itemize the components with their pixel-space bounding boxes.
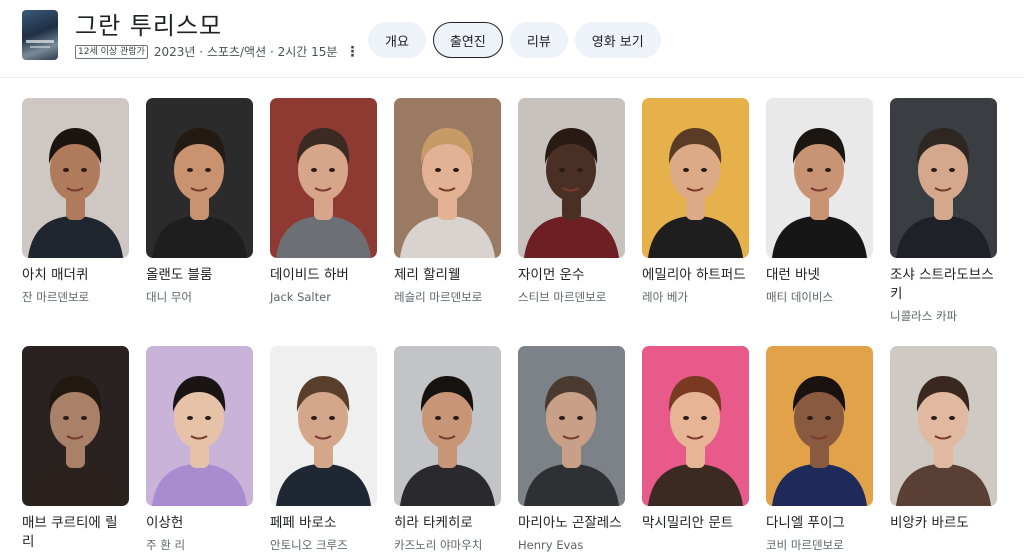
cast-card[interactable]: 막시밀리안 문트 [642, 346, 749, 538]
tab-bar: 개요 출연진 리뷰 영화 보기 [368, 22, 661, 58]
cast-card[interactable]: 다니엘 푸이그코비 마르덴보로 [766, 346, 873, 552]
cast-name[interactable]: 페페 바로소 [270, 514, 377, 533]
cast-role: 스티브 마르덴보로 [518, 290, 607, 304]
cast-card[interactable]: 이상헌주 환 리 [146, 346, 253, 552]
cast-card[interactable]: 에밀리아 하트퍼드레아 베가 [642, 98, 749, 304]
cast-photo[interactable] [22, 346, 129, 506]
cast-role: 레아 베가 [642, 290, 688, 304]
cast-photo[interactable] [394, 98, 501, 258]
cast-photo[interactable] [766, 98, 873, 258]
cast-card[interactable]: 자이먼 운수스티브 마르덴보로 [518, 98, 625, 304]
cast-name[interactable]: 제리 할리웰 [394, 266, 501, 285]
movie-header: 그란 투리스모 12세 이상 관람가 2023년 · 스포츠/액션 · 2시간 … [0, 0, 1024, 78]
cast-name[interactable]: 마리아노 곤잘레스 [518, 514, 625, 533]
cast-photo[interactable] [518, 98, 625, 258]
cast-role: 잔 마르덴보로 [22, 290, 90, 304]
cast-card[interactable]: 조샤 스트라도브스키니콜라스 카파 [890, 98, 997, 323]
cast-name[interactable]: 비앙카 바르도 [890, 514, 997, 533]
cast-name[interactable]: 아치 매더퀴 [22, 266, 129, 285]
tab-cast[interactable]: 출연진 [432, 22, 503, 58]
cast-role: 레슬리 마르덴보로 [394, 290, 483, 304]
cast-role: 안토니오 크루즈 [270, 538, 348, 552]
cast-name[interactable]: 대런 바넷 [766, 266, 873, 285]
cast-name[interactable]: 막시밀리안 문트 [642, 514, 749, 533]
cast-name[interactable]: 히라 타케히로 [394, 514, 501, 533]
cast-photo[interactable] [270, 346, 377, 506]
cast-card[interactable]: 매브 쿠르티에 릴리오드리 [22, 346, 129, 558]
cast-name[interactable]: 에밀리아 하트퍼드 [642, 266, 749, 285]
cast-role: 코비 마르덴보로 [766, 538, 844, 552]
cast-card[interactable]: 마리아노 곤잘레스 Henry Evas [518, 346, 625, 552]
cast-role: 매티 데이비스 [766, 290, 834, 304]
cast-photo[interactable] [890, 346, 997, 506]
tab-overview[interactable]: 개요 [368, 22, 426, 58]
movie-meta: 12세 이상 관람가 2023년 · 스포츠/액션 · 2시간 15분 ⋮ [75, 43, 359, 60]
page-title: 그란 투리스모 [75, 12, 223, 40]
cast-card[interactable]: 제리 할리웰레슬리 마르덴보로 [394, 98, 501, 304]
cast-photo[interactable] [518, 346, 625, 506]
cast-card[interactable]: 아치 매더퀴잔 마르덴보로 [22, 98, 129, 304]
cast-role: Henry Evas [518, 538, 584, 552]
cast-role: Jack Salter [270, 290, 331, 304]
cast-card[interactable]: 올랜도 블룸대니 무어 [146, 98, 253, 304]
cast-photo[interactable] [146, 346, 253, 506]
cast-role: 카즈노리 야마우치 [394, 538, 483, 552]
tab-watch[interactable]: 영화 보기 [574, 22, 661, 58]
cast-photo[interactable] [270, 98, 377, 258]
cast-card[interactable]: 히라 타케히로카즈노리 야마우치 [394, 346, 501, 552]
cast-name[interactable]: 조샤 스트라도브스키 [890, 266, 997, 304]
cast-role: 대니 무어 [146, 290, 192, 304]
cast-photo[interactable] [146, 98, 253, 258]
cast-card[interactable]: 페페 바로소안토니오 크루즈 [270, 346, 377, 552]
cast-card[interactable]: 비앙카 바르도 [890, 346, 997, 538]
cast-name[interactable]: 데이비드 하버 [270, 266, 377, 285]
cast-card[interactable]: 대런 바넷매티 데이비스 [766, 98, 873, 304]
tab-reviews[interactable]: 리뷰 [509, 22, 568, 58]
cast-name[interactable]: 올랜도 블룸 [146, 266, 253, 285]
cast-role: 니콜라스 카파 [890, 309, 958, 323]
cast-photo[interactable] [766, 346, 873, 506]
cast-photo[interactable] [890, 98, 997, 258]
cast-role: 주 환 리 [146, 538, 186, 552]
cast-photo[interactable] [642, 346, 749, 506]
cast-photo[interactable] [394, 346, 501, 506]
cast-photo[interactable] [642, 98, 749, 258]
cast-photo[interactable] [22, 98, 129, 258]
cast-name[interactable]: 매브 쿠르티에 릴리 [22, 514, 129, 552]
cast-name[interactable]: 이상헌 [146, 514, 253, 533]
cast-name[interactable]: 자이먼 운수 [518, 266, 625, 285]
age-rating-badge: 12세 이상 관람가 [75, 44, 148, 59]
more-vert-icon[interactable]: ⋮ [345, 44, 359, 60]
cast-card[interactable]: 데이비드 하버 Jack Salter [270, 98, 377, 304]
movie-poster[interactable] [22, 10, 58, 60]
movie-info: 2023년 · 스포츠/액션 · 2시간 15분 [153, 45, 338, 59]
cast-name[interactable]: 다니엘 푸이그 [766, 514, 873, 533]
